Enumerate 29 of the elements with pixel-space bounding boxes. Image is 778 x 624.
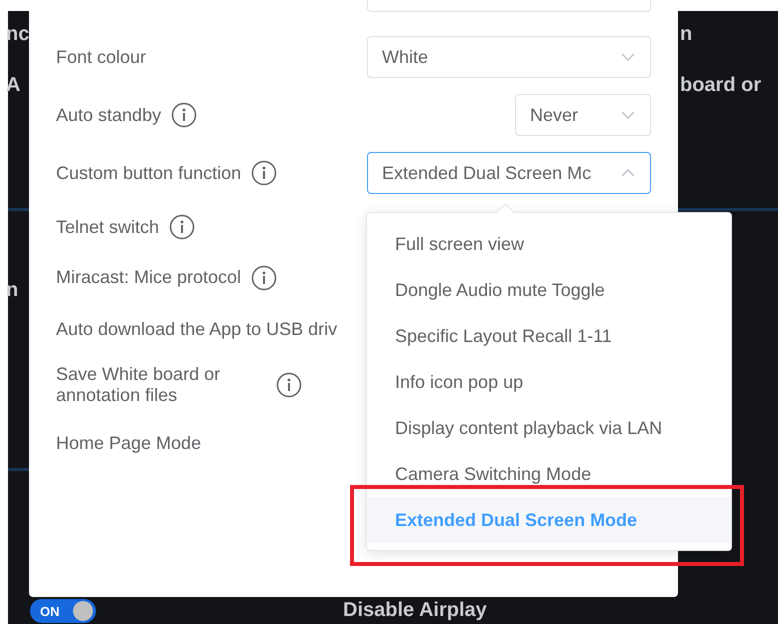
chevron-down-icon [620,110,636,120]
info-icon[interactable] [251,264,278,290]
background-text: n [680,23,692,45]
info-icon[interactable] [276,372,302,398]
setting-label: Auto standby [56,104,162,126]
info-icon[interactable] [251,160,278,186]
setting-label: Home Page Mode [56,432,202,454]
dropdown-option[interactable]: Display content playback via LAN [367,405,731,451]
setting-label: Auto download the App to USB driv [56,319,338,340]
setting-label: Telnet switch [56,216,160,238]
background-text: board or [680,74,762,96]
dropdown-option[interactable]: Info icon pop up [367,359,731,405]
select-field[interactable]: Never [515,94,651,136]
setting-label: Miracast: Mice protocol [56,267,242,288]
setting-label: Font colour [56,46,146,68]
toggle-switch[interactable]: ON [30,599,96,623]
dropdown-option[interactable]: Full screen view [367,221,731,267]
select-field[interactable]: Extended Dual Screen Mc [367,152,651,194]
chevron-up-icon [620,168,636,178]
dropdown-option[interactable]: Specific Layout Recall 1-11 [367,313,731,359]
info-icon[interactable] [171,102,198,128]
select-field[interactable]: White [367,36,651,78]
chevron-down-icon [620,52,636,62]
dropdown-option[interactable]: Camera Switching Mode [367,451,731,497]
setting-label: Save White board or annotation files [56,364,222,406]
background-text: Disable Airplay [343,599,487,621]
info-icon[interactable] [169,214,196,240]
setting-label: Custom button function [56,162,242,184]
dropdown-option[interactable]: Dongle Audio mute Toggle [367,267,731,313]
